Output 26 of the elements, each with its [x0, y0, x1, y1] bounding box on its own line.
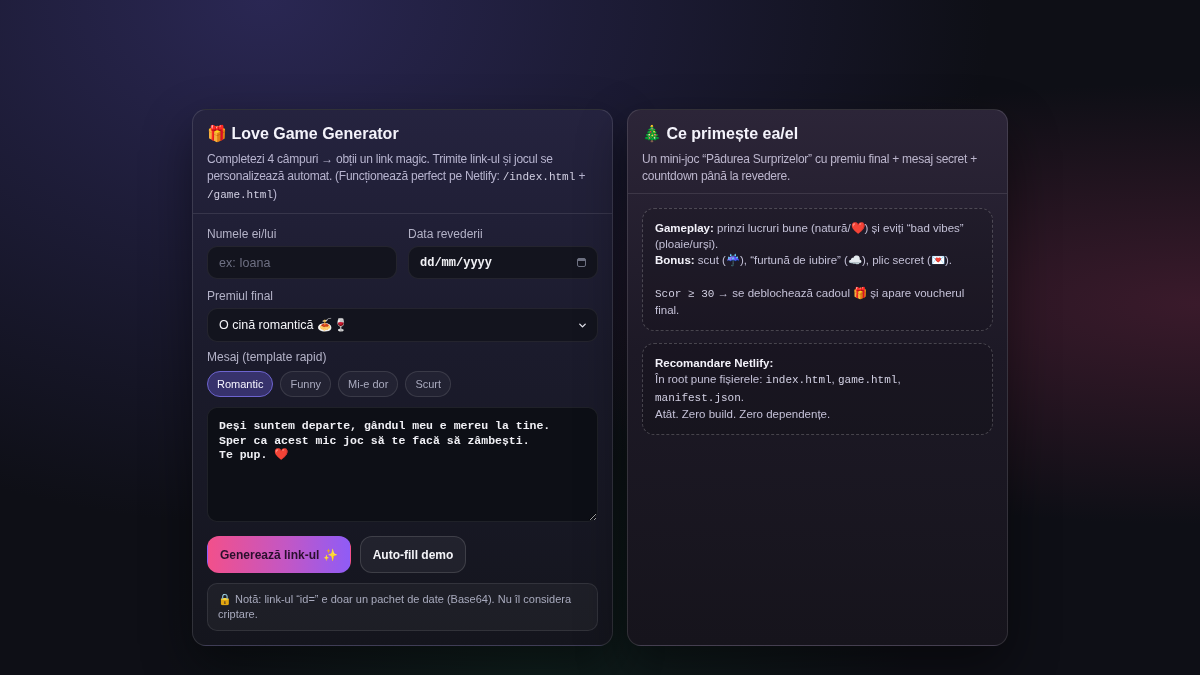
- template-chip[interactable]: Funny: [280, 371, 332, 397]
- template-chip[interactable]: Romantic: [207, 371, 274, 397]
- field-label: Mesaj (template rapid): [207, 349, 328, 365]
- name-input[interactable]: ex: Ioana: [207, 246, 397, 279]
- calendar-icon[interactable]: [577, 258, 586, 267]
- info-text: Atât. Zero build. Zero dependențe.: [655, 406, 832, 422]
- autofill-button[interactable]: Auto-fill demo: [359, 536, 467, 573]
- card-description: Completezi 4 câmpuri → obții un link magic. Trimite link-ul și jocul se personalizează automat. (Funcționează perfect pe Netlify: /index.html + /game.html): [207, 151, 587, 203]
- info-text: Gameplay: prinzi lucruri bune (natură/❤) și eviți “bad vibes” (ploaie/urși).: [655, 221, 965, 253]
- card-title: 🎄 Ce primește ea/el: [642, 124, 800, 145]
- template-chip[interactable]: Scurt: [405, 371, 452, 397]
- generate-link-button[interactable]: Generează link-ul ✨: [207, 536, 351, 573]
- card-title: 🎁 Love Game Generator: [207, 124, 400, 144]
- info-text: Bonus: scut (☔), “furtună de iubire” (☁), plic secret (💌).: [655, 253, 953, 269]
- field-label: Numele ei/lui: [207, 226, 278, 242]
- card-description: Un mini-joc “Pădurea Surprizelor” cu premiu final + mesaj secret + countdown până la revedere.: [642, 151, 978, 184]
- note-text: 🔒 Notă: link-ul “id=” e doar un pachet de date (Base64). Nu îl considera criptare.: [207, 583, 598, 631]
- template-chip[interactable]: Mi-e dor: [338, 371, 399, 397]
- field-label: Data revederii: [408, 226, 484, 242]
- field-label: Premiul final: [207, 288, 275, 304]
- message-textarea[interactable]: Deși suntem departe, gândul meu e mereu la tine. Sper ca acest mic joc să te facă să zâmbești. Te pup. ❤: [207, 407, 598, 522]
- date-input[interactable]: dd/mm/yyyy: [408, 246, 598, 279]
- info-text: Scor ≥ 30 → se deblochează cadoul 🎁 și apare voucherul final.: [655, 285, 966, 318]
- info-text: Recomandare Netlify:: [655, 356, 775, 372]
- info-text: În root pune fișierele: index.html, game.html, manifest.json.: [655, 372, 902, 406]
- prize-select[interactable]: O cină romantică 🍝🍷: [207, 308, 598, 342]
